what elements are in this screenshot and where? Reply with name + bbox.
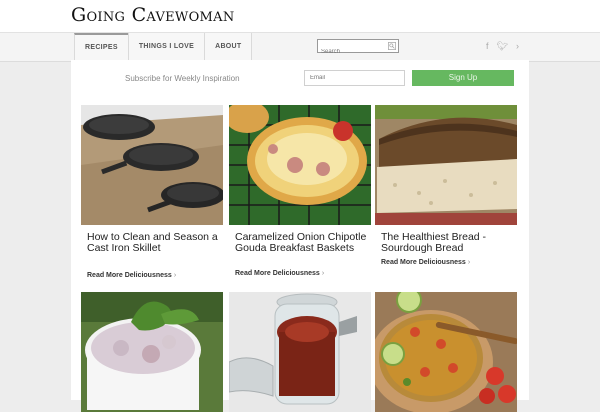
post-image-breakfast-baskets[interactable] <box>229 105 371 225</box>
post-image-sourdough-bread[interactable] <box>375 105 517 225</box>
site-header: Going Cavewoman <box>0 0 600 32</box>
post-card[interactable]: How to Clean and Season a Cast Iron Skil… <box>81 105 223 285</box>
post-card[interactable]: Caramelized Onion Chipotle Gouda Breakfa… <box>229 105 371 285</box>
rss-icon[interactable]: › <box>516 40 519 52</box>
post-card[interactable]: The Healthiest Bread - Sourdough Bread R… <box>375 105 517 285</box>
post-title[interactable]: How to Clean and Season a Cast Iron Skil… <box>87 232 219 254</box>
sign-up-button[interactable]: Sign Up <box>412 70 514 86</box>
read-more-link[interactable]: Read More Deliciousness › <box>87 272 176 279</box>
search-input[interactable] <box>318 46 387 58</box>
email-field[interactable] <box>304 70 405 86</box>
facebook-icon[interactable]: f <box>486 40 489 52</box>
subscribe-text: Subscribe for Weekly Inspiration <box>125 74 240 83</box>
post-card[interactable] <box>375 292 517 412</box>
nav-item-recipes[interactable]: RECIPES <box>74 33 128 60</box>
site-logo[interactable]: Going Cavewoman <box>71 4 235 26</box>
main-content: Subscribe for Weekly Inspiration Sign Up… <box>71 60 529 412</box>
post-image-salad[interactable] <box>81 292 223 412</box>
search-icon[interactable] <box>388 42 396 50</box>
read-more-link[interactable]: Read More Deliciousness › <box>235 270 324 277</box>
post-title[interactable]: The Healthiest Bread - Sourdough Bread <box>381 232 513 254</box>
post-image-cast-iron[interactable] <box>81 105 223 225</box>
post-image-jar-sauce[interactable] <box>229 292 371 412</box>
post-card[interactable] <box>229 292 371 412</box>
main-nav: RECIPES THINGS I LOVE ABOUT f 🐦︎ › <box>0 32 600 62</box>
nav-item-about[interactable]: ABOUT <box>204 33 253 60</box>
post-image-soup[interactable] <box>375 292 517 412</box>
post-card[interactable] <box>81 292 223 412</box>
twitter-icon[interactable]: 🐦︎ <box>497 40 508 52</box>
post-title[interactable]: Caramelized Onion Chipotle Gouda Breakfa… <box>235 232 367 254</box>
nav-item-things-i-love[interactable]: THINGS I LOVE <box>127 33 205 60</box>
search-box <box>317 39 399 58</box>
read-more-link[interactable]: Read More Deliciousness › <box>381 259 470 266</box>
